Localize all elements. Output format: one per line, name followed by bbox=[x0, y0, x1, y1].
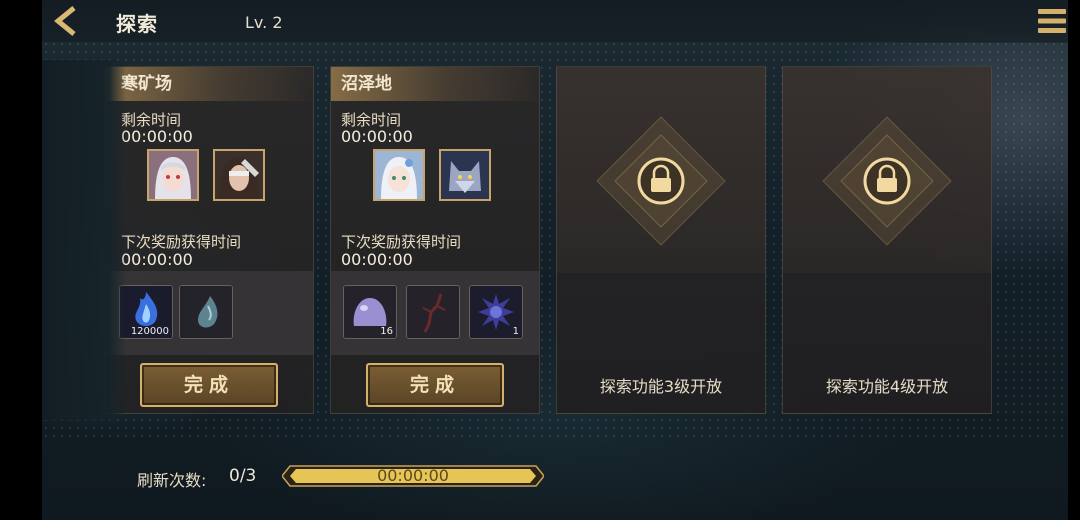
explore-card-2: 沼泽地 剩余时间 00:00:00 下次奖励获得时间 00:00:00 16 1… bbox=[330, 66, 540, 414]
lock-icon bbox=[822, 116, 952, 246]
silver-hair-girl-icon bbox=[375, 151, 423, 199]
left-black-edge bbox=[0, 0, 42, 520]
remaining-value: 00:00:00 bbox=[121, 127, 193, 146]
unlock-requirement-text: 探索功能3级开放 bbox=[599, 377, 723, 396]
top-bar bbox=[42, 0, 1068, 43]
refresh-count-value: 0/3 bbox=[229, 466, 257, 486]
complete-button[interactable]: 完成 bbox=[366, 363, 504, 407]
reward-item[interactable]: 1 bbox=[469, 285, 523, 339]
item-count: 1 bbox=[512, 326, 519, 337]
branch-icon bbox=[407, 286, 459, 338]
back-button[interactable] bbox=[50, 4, 84, 38]
locked-card-3[interactable]: 探索功能3级开放 bbox=[556, 66, 766, 414]
dark-hair-hero-icon bbox=[215, 151, 263, 199]
locked-card-4[interactable]: 探索功能4级开放 bbox=[782, 66, 992, 414]
hero-portrait[interactable] bbox=[373, 149, 425, 201]
page-title: 探索 bbox=[116, 12, 158, 36]
unlock-requirement-text: 探索功能4级开放 bbox=[825, 377, 949, 396]
reward-item[interactable]: 16 bbox=[343, 285, 397, 339]
card-title: 沼泽地 bbox=[331, 67, 539, 101]
next-reward-value: 00:00:00 bbox=[341, 250, 413, 269]
explore-card-1: 寒矿场 剩余时间 00:00:00 下次奖励获得时间 00:00:00 1200… bbox=[104, 66, 314, 414]
menu-button[interactable] bbox=[1036, 6, 1068, 36]
reward-item[interactable] bbox=[406, 285, 460, 339]
refresh-count-label: 刷新次数: bbox=[137, 471, 207, 490]
hamburger-menu-icon bbox=[1038, 9, 1066, 33]
level-indicator: Lv. 2 bbox=[245, 13, 283, 32]
reward-item[interactable]: 120000 bbox=[119, 285, 173, 339]
next-reward-value: 00:00:00 bbox=[121, 250, 193, 269]
scroll-fade bbox=[42, 60, 126, 420]
water-drop-icon bbox=[180, 286, 232, 338]
right-black-edge bbox=[1068, 0, 1080, 520]
hero-portrait[interactable] bbox=[213, 149, 265, 201]
hero-portrait[interactable] bbox=[147, 149, 199, 201]
complete-button[interactable]: 完成 bbox=[140, 363, 278, 407]
reward-item[interactable] bbox=[179, 285, 233, 339]
chevron-left-icon bbox=[54, 6, 76, 36]
item-count: 120000 bbox=[130, 326, 169, 337]
remaining-value: 00:00:00 bbox=[341, 127, 413, 146]
white-hair-girl-icon bbox=[149, 151, 197, 199]
next-reward-label: 下次奖励获得时间 bbox=[121, 233, 242, 251]
wolf-beast-icon bbox=[441, 151, 489, 199]
refresh-timer-text: 00:00:00 bbox=[377, 466, 449, 485]
next-reward-label: 下次奖励获得时间 bbox=[341, 233, 462, 251]
lock-icon bbox=[596, 116, 726, 246]
card-title: 寒矿场 bbox=[105, 67, 313, 101]
hero-portrait[interactable] bbox=[439, 149, 491, 201]
item-count: 16 bbox=[380, 326, 393, 337]
